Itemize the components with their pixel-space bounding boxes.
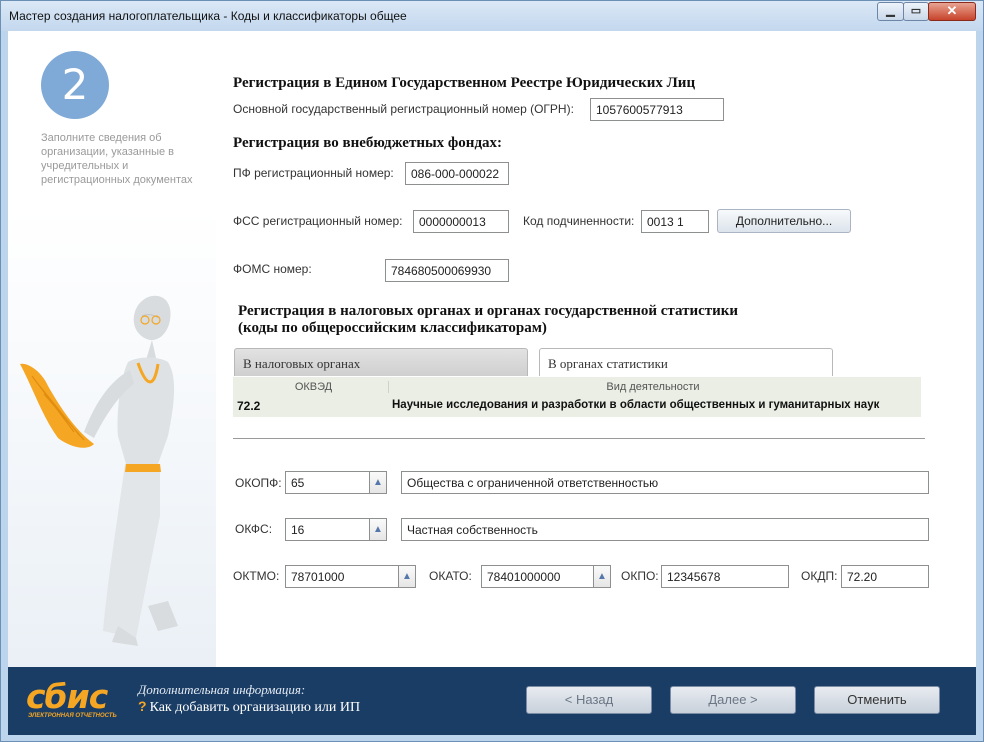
tax-heading-line2: (коды по общероссийским классификаторам) — [238, 320, 547, 336]
tab-tax-organs[interactable]: В налоговых органах — [234, 348, 528, 376]
okpo-field[interactable]: 12345678 — [661, 565, 789, 588]
next-button[interactable]: Далее > — [670, 686, 796, 714]
title-bar[interactable]: Мастер создания налогоплательщика - Коды… — [1, 1, 983, 31]
column-okved: ОКВЭД — [239, 381, 389, 393]
chevron-up-icon: ▲ — [373, 524, 383, 535]
okfs-picker-button[interactable]: ▲ — [370, 518, 387, 541]
pf-label: ПФ регистрационный номер: — [233, 166, 394, 180]
egrul-heading: Регистрация в Едином Государственном Рее… — [233, 75, 696, 91]
left-panel: 2 Заполните сведения об организации, ука… — [8, 31, 216, 667]
fss-label: ФСС регистрационный номер: — [233, 214, 403, 228]
help-link[interactable]: ? Как добавить организацию или ИП — [138, 698, 360, 716]
back-button[interactable]: < Назад — [526, 686, 652, 714]
oktmo-label: ОКТМО: — [233, 569, 280, 583]
okfs-description-field[interactable]: Частная собственность — [401, 518, 929, 541]
ogrn-label: Основной государственный регистрационный… — [233, 102, 574, 116]
foms-label: ФОМС номер: — [233, 262, 312, 276]
okato-picker-button[interactable]: ▲ — [594, 565, 611, 588]
oktmo-field[interactable]: 78701000 — [285, 565, 399, 588]
okopf-picker-button[interactable]: ▲ — [370, 471, 387, 494]
window-title: Мастер создания налогоплательщика - Коды… — [9, 9, 407, 23]
wizard-client-area: 2 Заполните сведения об организации, ука… — [8, 31, 976, 735]
more-button[interactable]: Дополнительно... — [717, 209, 851, 233]
minimize-button[interactable]: ▁ — [877, 2, 904, 21]
okato-field[interactable]: 78401000000 — [481, 565, 594, 588]
okpo-label: ОКПО: — [621, 569, 659, 583]
okopf-description-field[interactable]: Общества с ограниченной ответственностью — [401, 471, 929, 494]
logo-subtitle: ЭЛЕКТРОННАЯ ОТЧЕТНОСТЬ — [28, 713, 117, 719]
info-title: Дополнительная информация: — [138, 682, 306, 697]
tax-heading-line1: Регистрация в налоговых органах и органа… — [238, 303, 739, 319]
chevron-up-icon: ▲ — [597, 571, 607, 582]
column-activity: Вид деятельности — [606, 381, 700, 393]
minimize-icon: ▁ — [886, 5, 895, 17]
kod-podchinennosti-label: Код подчиненности: — [523, 214, 635, 228]
foms-field[interactable]: 784680500069930 — [385, 259, 509, 282]
chevron-up-icon: ▲ — [373, 477, 383, 488]
table-header: ОКВЭД Вид деятельности — [233, 379, 921, 397]
fss-field[interactable]: 0000000013 — [413, 210, 509, 233]
kod-podchinennosti-field[interactable]: 0013 1 — [641, 210, 709, 233]
okved-code: 72.2 — [237, 399, 261, 413]
okfs-code-field[interactable]: 16 — [285, 518, 370, 541]
tab-statistics-organs[interactable]: В органах статистики — [539, 348, 833, 376]
okdp-label: ОКДП: — [801, 569, 838, 583]
cancel-button[interactable]: Отменить — [814, 686, 940, 714]
maximize-icon: ▭ — [910, 5, 922, 17]
logo-brand: сбис — [26, 677, 108, 716]
okopf-label: ОКОПФ: — [235, 476, 282, 490]
close-icon: ✕ — [946, 3, 958, 18]
close-button[interactable]: ✕ — [928, 2, 976, 21]
footer-bar: сбис ЭЛЕКТРОННАЯ ОТЧЕТНОСТЬ Дополнительн… — [8, 667, 976, 735]
divider — [233, 438, 925, 439]
table-row[interactable]: 72.2 Научные исследования и разработки в… — [233, 397, 921, 414]
sbis-logo: сбис ЭЛЕКТРОННАЯ ОТЧЕТНОСТЬ — [26, 677, 126, 723]
oktmo-picker-button[interactable]: ▲ — [399, 565, 416, 588]
okved-table: ОКВЭД Вид деятельности 72.2 Научные иссл… — [233, 377, 921, 417]
step-number-badge: 2 — [41, 51, 109, 119]
okato-label: ОКАТО: — [429, 569, 472, 583]
woman-illustration — [20, 295, 178, 646]
wizard-window: Мастер создания налогоплательщика - Коды… — [0, 0, 984, 742]
maximize-button[interactable]: ▭ — [903, 2, 929, 21]
ogrn-field[interactable]: 1057600577913 — [590, 98, 724, 121]
okopf-code-field[interactable]: 65 — [285, 471, 370, 494]
step-description: Заполните сведения об организации, указа… — [41, 132, 193, 186]
okdp-field[interactable]: 72.20 — [841, 565, 929, 588]
funds-heading: Регистрация во внебюджетных фондах: — [233, 135, 503, 151]
help-link-label: Как добавить организацию или ИП — [149, 700, 361, 715]
help-icon: ? — [138, 698, 147, 714]
pf-field[interactable]: 086-000-000022 — [405, 162, 509, 185]
okved-activity: Научные исследования и разработки в обла… — [392, 399, 880, 411]
chevron-up-icon: ▲ — [402, 571, 412, 582]
okfs-label: ОКФС: — [235, 522, 273, 536]
